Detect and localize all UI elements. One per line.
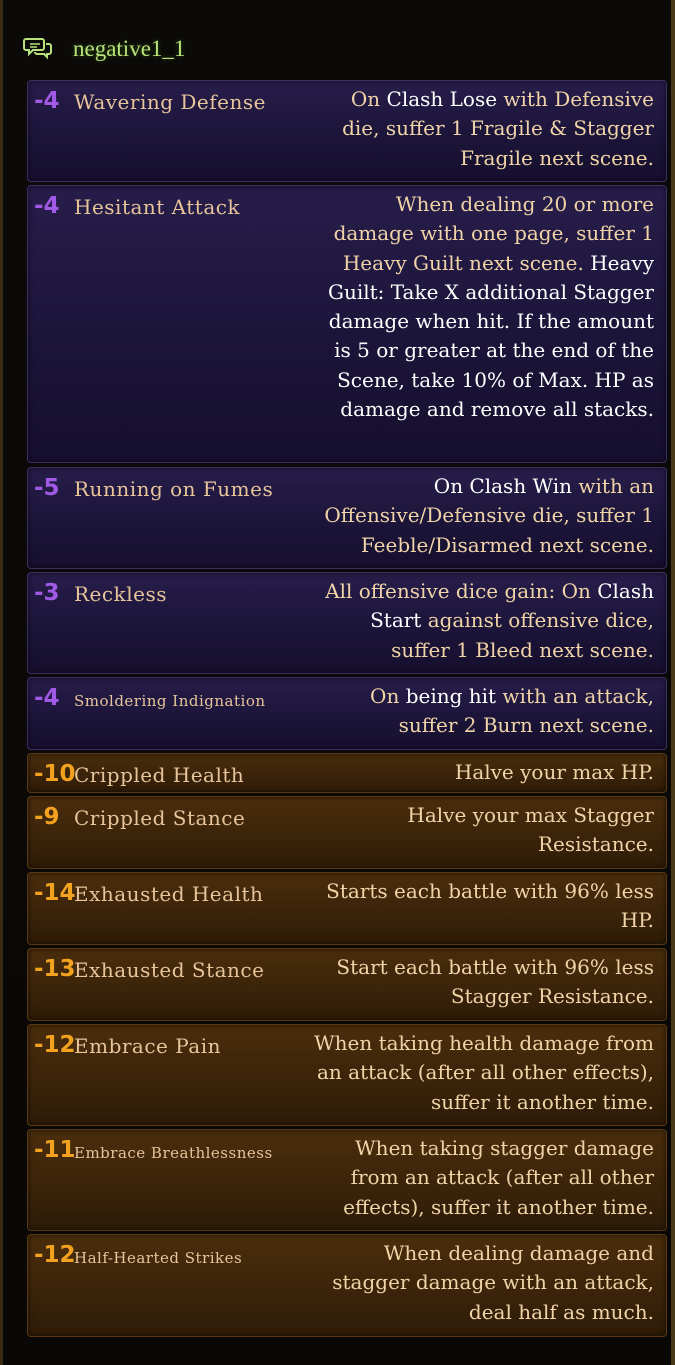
passive-description: All offensive dice gain: On Clash Start … [314,577,654,665]
description-text: Halve your max HP. [454,760,654,784]
passive-name: Crippled Stance [74,806,246,830]
panel-header: negative1_1 [23,34,185,64]
passive-description: On Clash Win with an Offensive/Defensive… [314,472,654,560]
passive-description: When dealing 20 or more damage with one … [314,190,654,424]
passive-description: Starts each battle with 96% less HP. [314,877,654,936]
description-text: When taking stagger damage from an attac… [343,1136,654,1219]
passive-description: When taking stagger damage from an attac… [314,1134,654,1222]
passive-description: When taking health damage from an attack… [314,1029,654,1117]
passive-description: When dealing damage and stagger damage w… [314,1239,654,1327]
passive-card[interactable]: -12 Embrace Pain When taking health damage… [27,1024,667,1126]
description-text: On [370,684,406,708]
passive-card[interactable]: -4 Smoldering Indignation On being hit wit… [27,677,667,750]
description-text: When dealing damage and stagger damage w… [332,1241,654,1324]
passive-card[interactable]: -14 Exhausted Health Starts each battle wi… [27,872,667,945]
description-text: Starts each battle with 96% less HP. [326,879,654,933]
passive-cost: -4 [34,193,60,219]
panel-title: negative1_1 [73,36,186,61]
passive-name: Exhausted Stance [74,958,265,982]
passive-name: Crippled Health [74,763,245,787]
passive-description: Halve your max Stagger Resistance. [314,801,654,860]
keyword-text: On Clash Win [433,474,573,498]
chat-bubbles-icon [23,38,52,60]
passive-card[interactable]: -3 Reckless All offensive dice gain: On Cl… [27,572,667,674]
passive-card[interactable]: -13 Exhausted Stance Start each battle wit… [27,948,667,1021]
description-text: against offensive dice, suffer 1 Bleed n… [391,608,654,662]
passive-cost: -12 [34,1032,76,1058]
passive-description: Start each battle with 96% less Stagger … [314,953,654,1012]
passive-description: On Clash Lose with Defensive die, suffer… [314,85,654,173]
passive-name: Running on Fumes [74,477,274,501]
passive-card[interactable]: -11 Embrace Breathlessness When taking sta… [27,1129,667,1231]
passive-cost: -4 [34,685,60,711]
keyword-text: Heavy Guilt: Take X additional Stagger d… [327,250,654,422]
keyword-text: Clash Lose [386,87,498,111]
passive-cost: -5 [34,475,60,501]
passive-card[interactable]: -4 Hesitant Attack When dealing 20 or more… [27,185,667,463]
passive-description: Halve your max HP. [314,758,654,787]
description-text: On [350,87,387,111]
passive-name: Embrace Breathlessness [74,1144,273,1162]
passive-cost: -12 [34,1242,76,1268]
description-text: When taking health damage from an attack… [314,1031,654,1114]
passive-name: Hesitant Attack [74,195,241,219]
passive-card[interactable]: -10 Crippled Health Halve your max HP. [27,753,667,793]
passive-name: Half-Hearted Strikes [74,1249,243,1267]
passive-card[interactable]: -12 Half-Hearted Strikes When dealing dama… [27,1234,667,1337]
passive-cost: -10 [34,761,76,787]
passive-name: Exhausted Health [74,882,264,906]
passive-cost: -3 [34,580,60,606]
passive-name: Embrace Pain [74,1034,222,1058]
passive-cost: -9 [34,804,60,830]
passive-name: Reckless [74,582,167,606]
passive-cost: -14 [34,880,76,906]
passive-cost: -11 [34,1137,76,1163]
description-text: All offensive dice gain: On [325,579,598,603]
passive-name: Smoldering Indignation [74,692,266,710]
passive-name: Wavering Defense [74,90,266,114]
description-text: Halve your max Stagger Resistance. [407,803,654,857]
passive-card[interactable]: -9 Crippled Stance Halve your max Stagger … [27,796,667,869]
passive-card[interactable]: -4 Wavering Defense On Clash Lose with Def… [27,80,667,182]
passive-cost: -13 [34,956,76,982]
passive-description: On being hit with an attack, suffer 2 Bu… [314,682,654,741]
passive-card[interactable]: -5 Running on Fumes On Clash Win with an O… [27,467,667,569]
description-text: Start each battle with 96% less Stagger … [336,955,654,1009]
passive-panel: negative1_1 -4 Wavering Defense On Clash L… [0,0,675,1365]
keyword-text: being hit [405,684,497,708]
passive-cost: -4 [34,88,60,114]
